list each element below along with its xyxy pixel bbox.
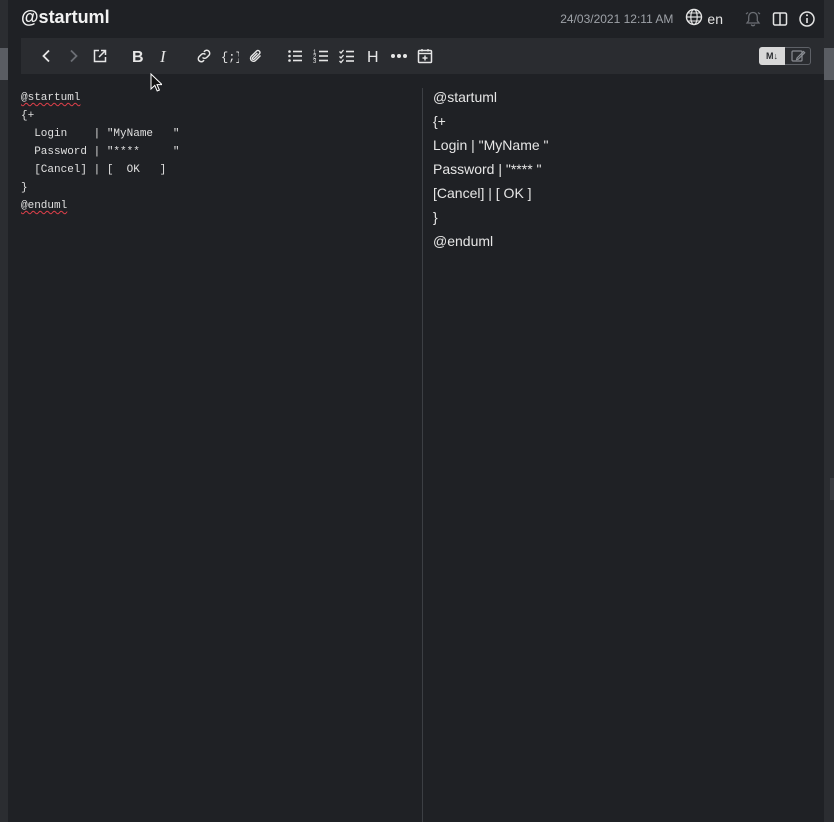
left-panel-edge <box>0 0 8 822</box>
markdown-icon: M↓ <box>766 51 778 61</box>
code-icon[interactable]: {;} <box>221 47 239 65</box>
code-editor[interactable]: @startuml {+ Login | "MyName " Password … <box>21 89 411 215</box>
link-icon[interactable] <box>195 47 213 65</box>
bullet-list-icon[interactable] <box>286 47 304 65</box>
heading-icon[interactable]: H <box>364 47 382 65</box>
forward-icon[interactable] <box>64 47 82 65</box>
bell-icon[interactable] <box>744 10 762 28</box>
svg-text:3: 3 <box>313 59 317 65</box>
code-line: @enduml <box>21 200 68 212</box>
bold-icon[interactable]: B <box>129 47 147 65</box>
italic-icon[interactable]: I <box>155 47 173 65</box>
numbered-list-icon[interactable]: 123 <box>312 47 330 65</box>
language-label: en <box>707 11 723 27</box>
preview-line: } <box>433 209 438 225</box>
mouse-pointer-icon <box>150 72 164 98</box>
pane-divider[interactable] <box>422 88 423 822</box>
edit-mode-button[interactable] <box>785 47 811 65</box>
svg-text:{;}: {;} <box>221 51 239 65</box>
code-line: [Cancel] | [ OK ] <box>21 164 167 176</box>
code-line: {+ <box>21 110 35 122</box>
scrollbar-marker <box>830 478 834 500</box>
globe-icon <box>685 8 703 31</box>
note-title[interactable]: @startuml <box>21 7 110 28</box>
preview-line: {+ <box>433 113 446 129</box>
editor-mode-toggle: M↓ <box>759 47 811 65</box>
open-external-icon[interactable] <box>91 47 109 65</box>
preview-line: @enduml <box>433 233 494 249</box>
note-meta: 24/03/2021 12:11 AM en <box>560 8 816 31</box>
right-scrollbar[interactable] <box>824 0 834 822</box>
preview-line: @startuml <box>433 89 497 105</box>
left-panel-handle[interactable] <box>0 48 8 80</box>
back-icon[interactable] <box>38 47 56 65</box>
attachment-icon[interactable] <box>247 47 265 65</box>
svg-text:H: H <box>367 49 379 65</box>
markdown-preview: @startuml {+ Login | "MyName " Password … <box>433 85 813 253</box>
markdown-mode-button[interactable]: M↓ <box>759 47 785 65</box>
info-icon[interactable] <box>798 10 816 28</box>
edit-icon <box>790 50 806 62</box>
insert-date-icon[interactable] <box>416 47 434 65</box>
split-view-icon[interactable] <box>771 10 789 28</box>
preview-line: Login | "MyName " <box>433 137 549 153</box>
code-line: Password | "**** " <box>21 146 180 158</box>
svg-text:B: B <box>132 49 144 65</box>
preview-line: [Cancel] | [ OK ] <box>433 185 532 201</box>
code-line: Login | "MyName " <box>21 128 180 140</box>
more-icon[interactable] <box>390 47 408 65</box>
checklist-icon[interactable] <box>338 47 356 65</box>
note-header: @startuml 24/03/2021 12:11 AM en <box>8 0 824 37</box>
svg-text:I: I <box>159 47 167 65</box>
editor-toolbar: B I {;} 123 H M↓ <box>21 38 824 74</box>
preview-line: Password | "**** " <box>433 161 542 177</box>
code-line: } <box>21 182 28 194</box>
code-line: @startuml <box>21 92 81 104</box>
note-date: 24/03/2021 12:11 AM <box>560 12 674 26</box>
right-panel-handle[interactable] <box>824 48 834 80</box>
note-window: @startuml 24/03/2021 12:11 AM en B I {; … <box>8 0 824 822</box>
language-selector[interactable]: en <box>685 8 723 31</box>
